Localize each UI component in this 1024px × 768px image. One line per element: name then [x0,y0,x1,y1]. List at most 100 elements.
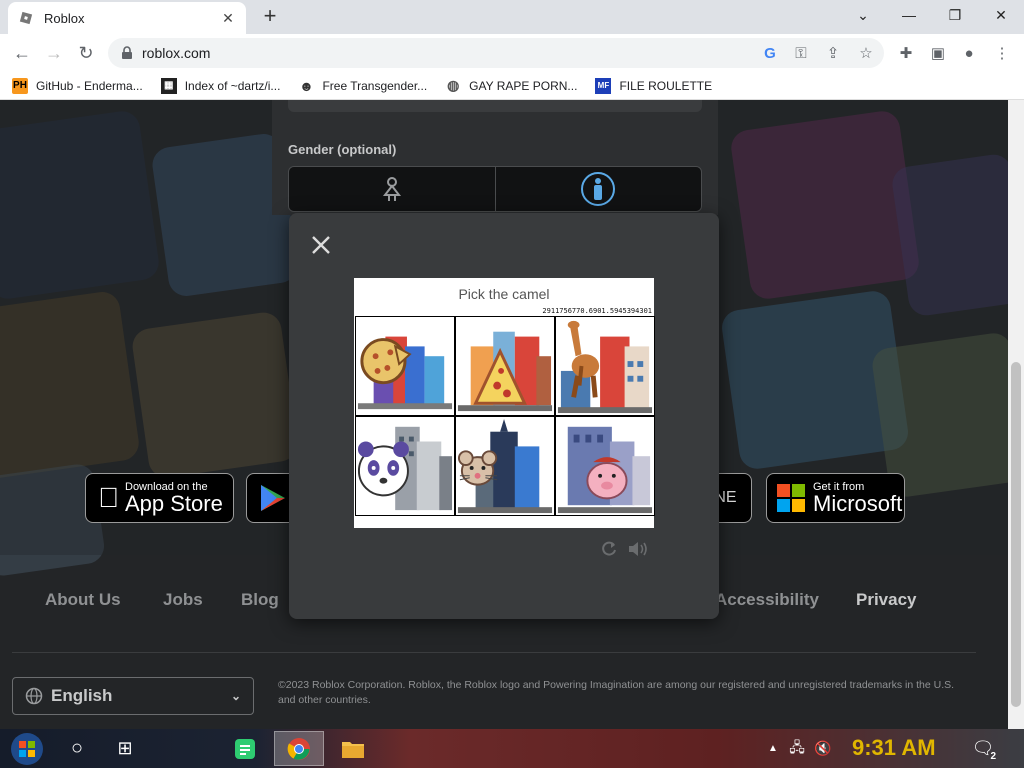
captcha-modal: Pick the camel 2911756770.6901.594539430… [289,213,719,619]
language-selector[interactable]: English ⌄ [12,677,254,715]
search-circle-icon[interactable]: ○ [62,731,92,766]
close-icon[interactable] [309,233,333,257]
bookmark-label: Index of ~dartz/i... [184,78,281,93]
url-text: roblox.com [142,45,211,61]
side-panel-icon[interactable]: ▣ [927,42,949,64]
network-icon[interactable]: 🖧 [786,731,808,766]
bookmark-label: GAY RAPE PORN... [469,78,578,93]
task-view-icon[interactable]: ⊞ [110,731,140,766]
ph-badge-icon: PH [12,77,28,94]
bookmark-item[interactable]: MF FILE ROULETTE [595,77,713,94]
bookmarks-bar: PH GitHub - Enderma... ▦ Index of ~dartz… [0,72,1024,100]
app-green-icon[interactable] [230,731,260,766]
pizza-building-image [357,336,453,410]
footer-link-blog[interactable]: Blog [241,590,279,610]
footer-link-about[interactable]: About Us [45,590,121,610]
bookmark-label: Free Transgender... [322,78,428,93]
male-icon [581,172,616,206]
pizza-slice-building-image [457,331,553,412]
gender-male-button[interactable] [494,167,701,211]
captcha-grid [355,316,655,516]
notification-count: 2 [990,751,996,762]
bookmark-item[interactable]: ▦ Index of ~dartz/i... [160,77,281,94]
microsoft-logo-icon [777,484,805,512]
camel-building-image [557,320,653,414]
captcha-prompt: Pick the camel [458,286,550,302]
scrollbar-thumb[interactable] [1011,362,1021,707]
audio-icon[interactable] [627,540,649,558]
windows-taskbar: ○ ⊞ ▲ 🖧 🔇 9:31 AM 🗨 2 [0,729,1024,768]
mask-icon: ☻ [299,77,314,94]
captcha-tile-pizza[interactable] [355,316,455,416]
globe-icon: ◍ [447,77,460,93]
bookmark-item[interactable]: PH GitHub - Enderma... [12,77,143,94]
reload-icon[interactable]: ↻ [74,41,98,65]
bookmark-item[interactable]: ◍ GAY RAPE PORN... [445,77,578,94]
captcha-tile-camel[interactable] [555,316,655,416]
captcha-challenge: Pick the camel 2911756770.6901.594539430… [354,278,655,528]
captcha-tile-pizza-slice[interactable] [455,316,555,416]
back-icon[interactable]: ← [10,41,34,65]
forward-icon[interactable]: → [42,41,66,65]
language-value: English [51,686,113,705]
pig-building-image [557,426,653,514]
app-store-big-text: App Store [104,491,223,516]
gender-female-button[interactable] [289,167,495,211]
key-icon[interactable]: ⚿ [790,42,812,64]
mf-badge-icon: MF [595,77,612,94]
bookmark-star-icon[interactable]: ☆ [855,42,877,64]
chrome-taskbar-button[interactable] [274,731,324,766]
birthday-field-edge [288,100,702,112]
chevron-down-icon: ⌄ [230,689,241,703]
chrome-icon [287,737,310,760]
bookmark-label: GitHub - Enderma... [36,78,143,93]
volume-muted-icon[interactable]: 🔇 [812,731,834,766]
google-icon[interactable]: G [759,42,781,64]
lock-icon [122,46,132,59]
gender-selector [288,166,702,212]
panda-building-image [357,426,453,511]
mouse-building-image [457,418,553,514]
taskbar-clock[interactable]: 9:31 AM [852,735,936,761]
female-icon [382,177,401,201]
tab-search-icon[interactable]: ⌄ [840,0,886,30]
tab-roblox[interactable]: Roblox ✕ [8,2,246,34]
apple-icon:  [98,482,119,514]
green-notes-icon [235,738,255,759]
captcha-tile-panda[interactable] [355,416,455,516]
tab-strip: Roblox ✕ + ⌄ — ❐ ✕ [0,0,1024,34]
extensions-icon[interactable]: ✚ [895,42,917,64]
tab-title: Roblox [44,10,85,26]
folder-icon [342,741,364,758]
captcha-tile-pig[interactable] [555,416,655,516]
footer-link-accessibility[interactable]: Accessibility [715,590,819,610]
notification-center-icon[interactable]: 🗨 2 [970,731,996,766]
file-explorer-button[interactable] [338,731,368,766]
bookmark-item[interactable]: ☻ Free Transgender... [298,78,427,94]
menu-kebab-icon[interactable]: ⋮ [991,42,1013,64]
close-window-button[interactable]: ✕ [978,0,1024,30]
share-icon[interactable]: ⇪ [822,42,844,64]
profile-avatar-icon[interactable]: ● [958,42,980,64]
roblox-favicon-icon [19,11,33,25]
copyright-text: ©2023 Roblox Corporation. Roblox, the Ro… [278,679,955,706]
windows-orb-icon [11,732,43,765]
bookmark-label: FILE ROULETTE [619,78,713,93]
refresh-icon[interactable] [600,540,618,558]
new-tab-button[interactable]: + [258,5,282,29]
restore-button[interactable]: ❐ [932,0,978,30]
start-button[interactable] [8,731,46,766]
captcha-code: 2911756770.6901.5945394301 [542,307,652,315]
captcha-tile-mouse[interactable] [455,416,555,516]
google-play-icon [261,485,285,511]
microsoft-store-button[interactable]: Get it from Microsoft [766,473,905,523]
ms-store-big-text: Microsoft [813,491,903,516]
globe-icon [25,687,43,705]
minimize-button[interactable]: — [886,0,932,30]
footer-link-privacy[interactable]: Privacy [856,590,917,610]
gender-label: Gender (optional) [288,142,397,157]
show-hidden-icons[interactable]: ▲ [766,731,780,766]
close-tab-icon[interactable]: ✕ [220,10,236,26]
app-store-button[interactable]:  Download on the App Store [85,473,234,523]
footer-link-jobs[interactable]: Jobs [163,590,203,610]
